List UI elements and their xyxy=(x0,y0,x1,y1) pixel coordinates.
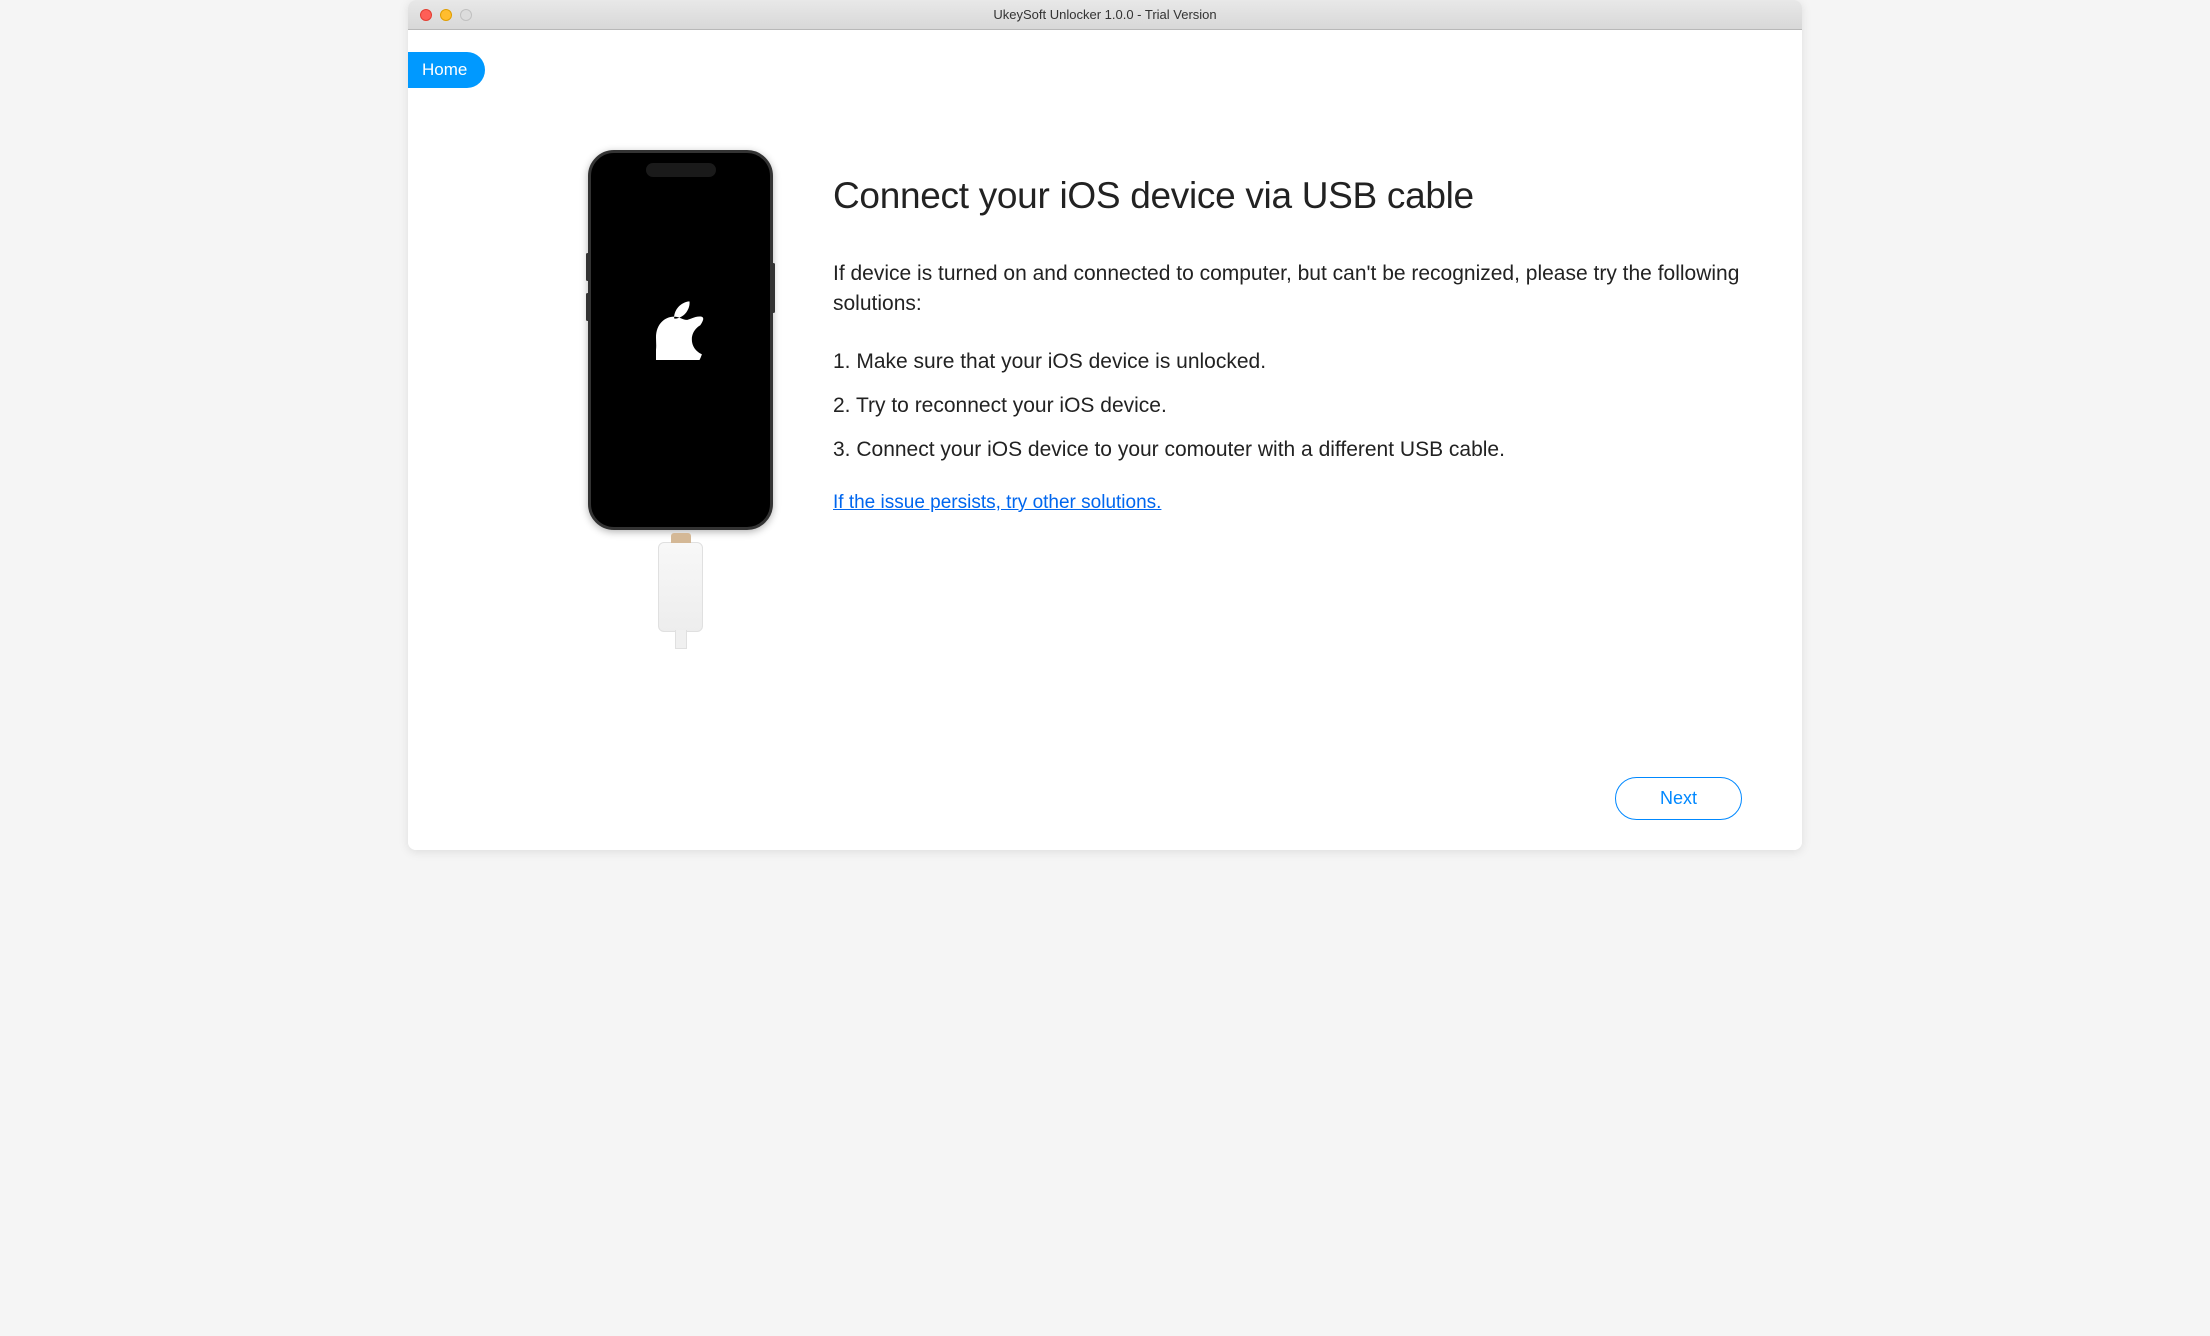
maximize-window-button xyxy=(460,9,472,21)
other-solutions-link[interactable]: If the issue persists, try other solutio… xyxy=(833,492,1161,514)
next-button[interactable]: Next xyxy=(1615,777,1742,820)
window-title: UkeySoft Unlocker 1.0.0 - Trial Version xyxy=(993,7,1216,22)
app-window: UkeySoft Unlocker 1.0.0 - Trial Version … xyxy=(408,0,1802,850)
home-button[interactable]: Home xyxy=(408,52,485,88)
usb-cable-icon xyxy=(658,542,703,632)
step-1: 1. Make sure that your iOS device is unl… xyxy=(833,350,1742,374)
page-heading: Connect your iOS device via USB cable xyxy=(833,175,1742,217)
content-area: Home Connect your iOS device via USB cab… xyxy=(408,30,1802,850)
traffic-lights xyxy=(408,9,472,21)
step-2: 2. Try to reconnect your iOS device. xyxy=(833,394,1742,418)
apple-logo-icon xyxy=(656,300,706,360)
text-content: Connect your iOS device via USB cable If… xyxy=(833,150,1742,632)
step-3: 3. Connect your iOS device to your comou… xyxy=(833,438,1742,462)
minimize-window-button[interactable] xyxy=(440,9,452,21)
close-window-button[interactable] xyxy=(420,9,432,21)
iphone-graphic xyxy=(588,150,773,530)
description-text: If device is turned on and connected to … xyxy=(833,259,1742,320)
main-area: Connect your iOS device via USB cable If… xyxy=(408,30,1802,632)
titlebar: UkeySoft Unlocker 1.0.0 - Trial Version xyxy=(408,0,1802,30)
phone-illustration xyxy=(588,150,773,632)
